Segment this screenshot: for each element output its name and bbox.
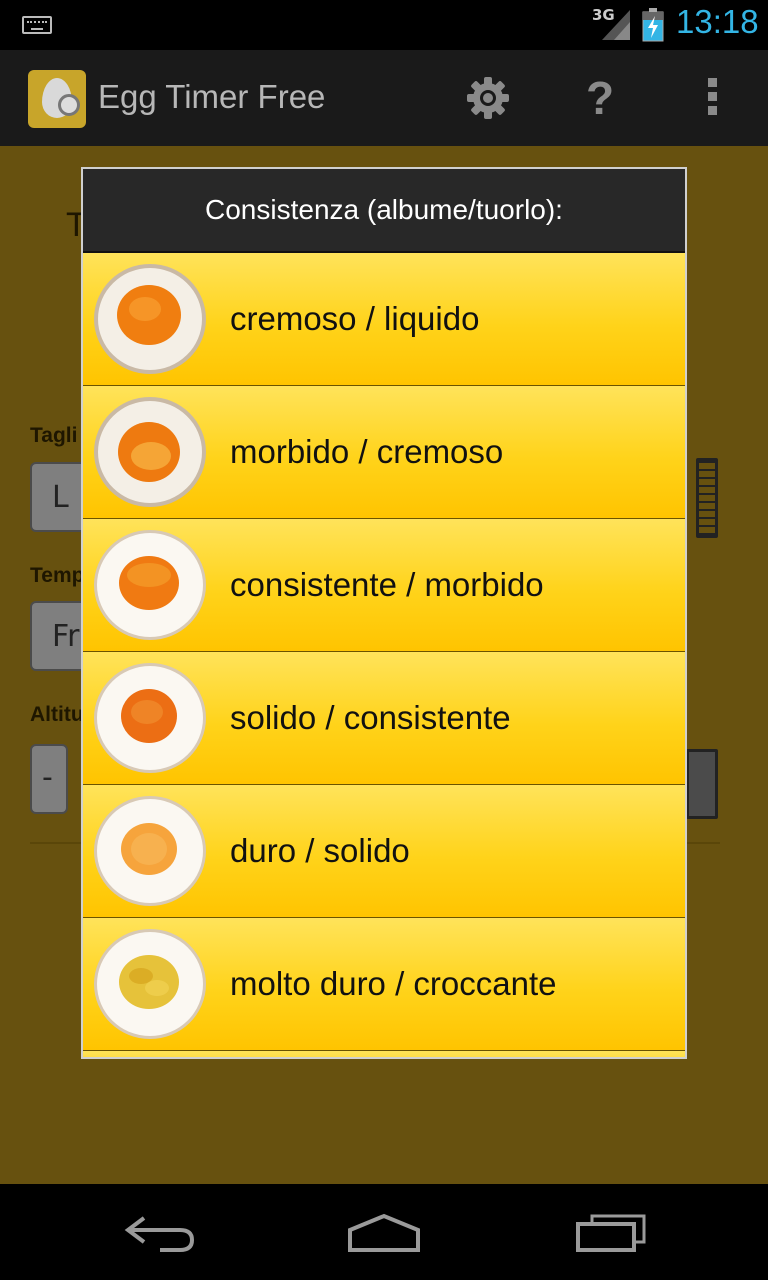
ruler-icon (696, 458, 718, 538)
overflow-menu-icon[interactable] (688, 74, 736, 122)
temperature-value: Fr (52, 619, 80, 654)
option-label: solido / consistente (230, 699, 511, 736)
status-clock: 13:18 (676, 3, 759, 40)
signal-icon (602, 10, 630, 40)
keyboard-icon (22, 16, 52, 34)
option-soft-creamy[interactable]: morbido / cremoso (83, 386, 685, 519)
consistency-dialog: Consistenza (albume/tuorlo): cremoso / l… (81, 167, 687, 1059)
egg-hard-icon (94, 796, 206, 906)
altitude-label: Altitu (30, 703, 84, 726)
house-icon (686, 749, 718, 819)
altitude-minus-label: - (42, 760, 53, 795)
altitude-minus-button[interactable]: - (30, 744, 68, 814)
status-bar: 3G 13:18 (0, 0, 768, 50)
option-creamy-runny[interactable]: cremoso / liquido (83, 253, 685, 386)
action-bar: Egg Timer Free ? (0, 50, 768, 146)
option-very-hard-crunchy[interactable]: molto duro / croccante (83, 918, 685, 1051)
temperature-label: Temp (30, 564, 85, 587)
egg-runny-icon (94, 264, 206, 374)
option-label: cremoso / liquido (230, 300, 480, 337)
gear-icon[interactable] (464, 74, 512, 122)
option-hard-solid[interactable]: duro / solido (83, 785, 685, 918)
back-icon[interactable] (120, 1212, 200, 1254)
option-label: consistente / morbido (230, 566, 544, 603)
egg-soft-icon (94, 397, 206, 507)
size-label: Tagli (30, 424, 78, 447)
recent-apps-icon[interactable] (572, 1212, 652, 1254)
option-firm-soft[interactable]: consistente / morbido (83, 519, 685, 652)
option-label: duro / solido (230, 832, 410, 869)
app-title: Egg Timer Free (98, 78, 326, 115)
option-label: morbido / cremoso (230, 433, 504, 470)
egg-very-hard-icon (94, 929, 206, 1039)
option-partial-next[interactable] (83, 1051, 685, 1057)
dialog-title: Consistenza (albume/tuorlo): (83, 169, 685, 253)
help-icon[interactable]: ? (576, 74, 624, 122)
egg-medium-icon (94, 530, 206, 640)
size-value: L (52, 480, 69, 515)
app-logo-icon[interactable] (28, 70, 86, 128)
option-solid-firm[interactable]: solido / consistente (83, 652, 685, 785)
navigation-bar (0, 1184, 768, 1280)
option-label: molto duro / croccante (230, 965, 557, 1002)
home-icon[interactable] (344, 1212, 424, 1254)
battery-charging-icon (642, 8, 664, 42)
egg-firm-icon (94, 663, 206, 773)
